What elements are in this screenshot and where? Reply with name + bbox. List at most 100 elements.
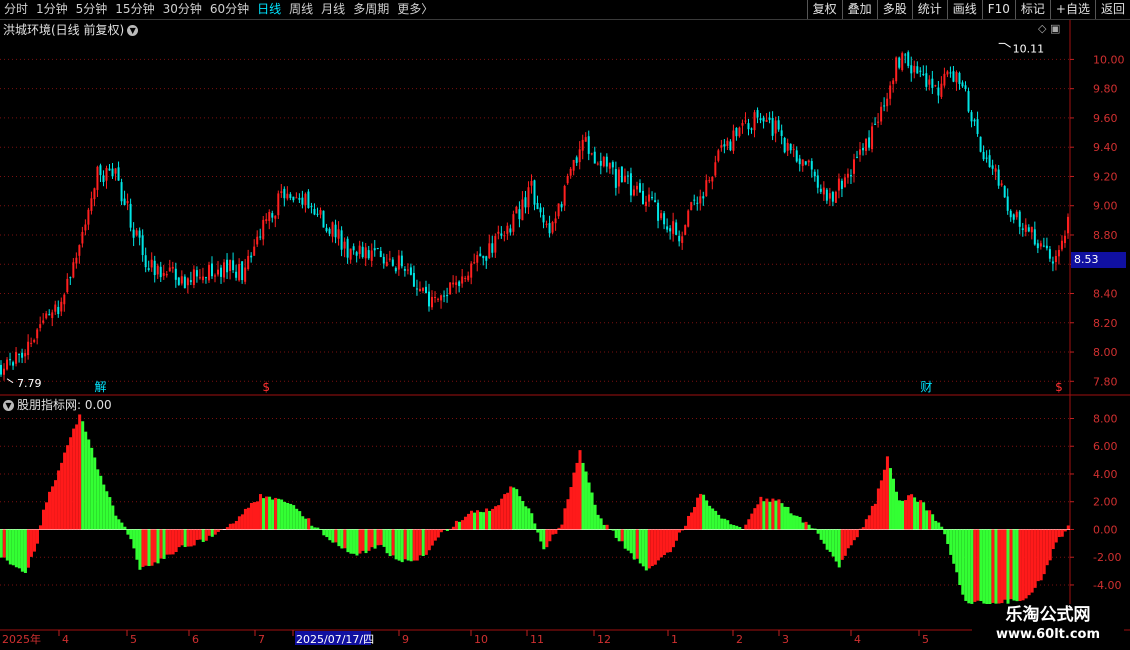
indicator-bar: [696, 497, 700, 530]
candle-body: [524, 197, 527, 208]
indicator-bar: [765, 498, 769, 530]
indicator-bar: [391, 529, 395, 556]
indicator-bar: [970, 529, 974, 604]
candle-body: [391, 259, 394, 266]
indicator-bar: [587, 482, 591, 530]
indicator-bar: [394, 529, 398, 560]
indicator-bar: [367, 529, 371, 551]
indicator-name: 股朋指标网: [17, 398, 78, 412]
candle-body: [750, 128, 753, 130]
indicator-bar: [491, 508, 495, 530]
candle-body: [726, 140, 729, 146]
indicator-bar: [907, 495, 911, 530]
indicator-bar: [388, 529, 392, 557]
window-icon[interactable]: ▣: [1050, 22, 1060, 35]
candle-body: [798, 158, 801, 165]
indicator-bar: [385, 529, 389, 554]
indicator-bar: [424, 529, 428, 555]
time-tick-label: 5: [130, 633, 137, 646]
chevron-down-icon[interactable]: ▼: [3, 400, 14, 411]
candle-body: [39, 324, 42, 328]
candle-body: [69, 277, 72, 279]
indicator-bar: [0, 529, 3, 558]
indicator-bar: [638, 529, 642, 564]
candle-body: [997, 169, 1000, 186]
indicator-bar: [822, 529, 826, 544]
indicator-bar: [949, 529, 953, 555]
candle-body: [186, 278, 189, 286]
indicator-bar: [439, 529, 443, 533]
candle-body: [265, 219, 268, 222]
indicator-bar: [858, 528, 862, 530]
candle-body: [940, 83, 943, 97]
chevron-down-icon[interactable]: ▼: [127, 25, 139, 36]
candle-body: [530, 180, 533, 186]
indicator-bar: [11, 529, 15, 566]
diamond-icon[interactable]: ◇: [1038, 22, 1046, 35]
candle-body: [494, 236, 497, 253]
indicator-title[interactable]: ▼ 股朋指标网: 0.00: [3, 396, 112, 413]
indicator-bar: [403, 529, 407, 560]
candle-body: [771, 118, 774, 136]
event-marker: 财: [920, 380, 932, 394]
candle-body: [711, 176, 714, 182]
candle-body: [406, 269, 409, 271]
candle-body: [376, 248, 379, 250]
candle-body: [732, 130, 735, 151]
candle-body: [1066, 216, 1069, 234]
indicator-bar: [928, 510, 932, 530]
indicator-bar: [891, 478, 895, 530]
indicator-bar: [17, 529, 21, 569]
candle-body: [126, 201, 129, 204]
indicator-bar: [412, 529, 416, 561]
candle-body: [617, 169, 620, 187]
candle-body: [1060, 240, 1063, 250]
candle-body: [75, 257, 78, 264]
max-price-pointer: [998, 42, 1011, 48]
indicator-bar: [680, 529, 684, 531]
candle-body: [596, 163, 599, 165]
candle-body: [168, 267, 171, 272]
candle-body: [729, 141, 732, 151]
indicator-bar: [1063, 529, 1067, 532]
candle-body: [310, 206, 313, 208]
candle-body: [72, 262, 75, 278]
candle-body: [931, 78, 934, 88]
candle-body: [418, 288, 421, 292]
chart-canvas[interactable]: 10.009.809.609.409.209.008.808.608.408.2…: [0, 0, 1130, 650]
candle-body: [865, 138, 868, 151]
indicator-bar: [2, 529, 6, 558]
indicator-bar: [108, 497, 112, 530]
candle-body: [777, 120, 780, 130]
candle-body: [569, 168, 572, 176]
candle-body: [12, 362, 15, 366]
indicator-bar: [515, 489, 519, 530]
candle-body: [669, 228, 672, 232]
candle-body: [768, 117, 771, 120]
indicator-bar: [243, 508, 247, 530]
indicator-bar: [355, 529, 359, 556]
indicator-bar: [798, 516, 802, 530]
indicator-bar: [500, 498, 504, 530]
candle-body: [693, 199, 696, 201]
candle-body: [973, 119, 976, 122]
candle-body: [1015, 211, 1018, 218]
indicator-bar: [120, 522, 124, 530]
candle-body: [120, 182, 123, 202]
main-chart-title[interactable]: 洪城环境(日线 前复权) ▼: [3, 21, 139, 38]
candle-body: [952, 71, 955, 82]
indicator-tick-label: 8.00: [1093, 412, 1118, 425]
indicator-bar: [994, 529, 998, 604]
candle-body: [521, 199, 524, 221]
indicator-bar: [280, 499, 284, 530]
indicator-bar: [41, 509, 46, 530]
indicator-bar: [8, 529, 12, 565]
indicator-bar: [542, 529, 546, 550]
candle-body: [328, 228, 331, 234]
candle-body: [412, 272, 415, 287]
candle-body: [352, 246, 355, 251]
candle-body: [93, 188, 96, 200]
candle-body: [117, 167, 120, 181]
indicator-bar: [259, 494, 263, 530]
indicator-bar: [346, 529, 350, 553]
